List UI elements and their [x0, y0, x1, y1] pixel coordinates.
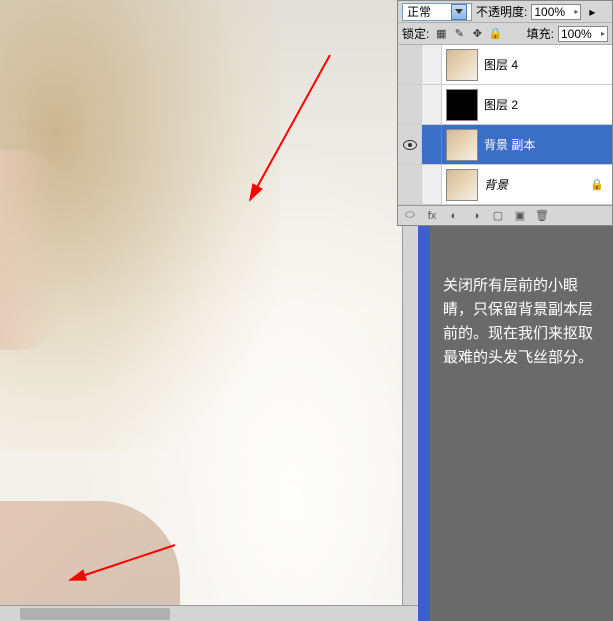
layer-thumbnail[interactable] [446, 89, 478, 121]
fill-value: 100% [561, 27, 592, 41]
layer-item[interactable]: 图层 2 [398, 85, 612, 125]
new-group-icon[interactable]: ▢ [490, 208, 506, 224]
dropdown-arrow-icon [451, 4, 467, 20]
visibility-toggle[interactable] [398, 85, 422, 124]
layer-thumbnail[interactable] [446, 169, 478, 201]
link-column[interactable] [422, 45, 442, 84]
opacity-input[interactable]: 100% ▸ [531, 4, 581, 20]
link-column[interactable] [422, 165, 442, 204]
delete-layer-icon[interactable]: 🗑 [534, 208, 550, 224]
blend-mode-select[interactable]: 正常 [402, 3, 472, 21]
eye-icon [403, 140, 417, 150]
layers-panel: 正常 不透明度: 100% ▸ ▸ 锁定: ▦ ✎ ✥ 🔒 填充: 100% ▸… [397, 0, 613, 226]
lock-all-icon[interactable]: 🔒 [487, 26, 503, 42]
lock-icon: 🔒 [590, 178, 604, 191]
visibility-toggle[interactable] [398, 45, 422, 84]
layer-thumbnail[interactable] [446, 129, 478, 161]
document-canvas[interactable] [0, 0, 418, 621]
link-layers-icon[interactable]: ⬭ [402, 208, 418, 224]
fill-label: 填充: [527, 25, 554, 42]
blend-mode-value: 正常 [407, 3, 431, 20]
opacity-value: 100% [534, 5, 565, 19]
layer-item[interactable]: 背景🔒 [398, 165, 612, 205]
layer-name[interactable]: 背景 副本 [482, 136, 612, 153]
layer-thumbnail[interactable] [446, 49, 478, 81]
layer-item[interactable]: 背景 副本 [398, 125, 612, 165]
lock-transparent-icon[interactable]: ▦ [433, 26, 449, 42]
fill-input[interactable]: 100% ▸ [558, 26, 608, 42]
layer-name[interactable]: 背景 [482, 176, 590, 193]
canvas-image [0, 0, 418, 621]
layer-name[interactable]: 图层 4 [482, 56, 612, 73]
lock-fill-row: 锁定: ▦ ✎ ✥ 🔒 填充: 100% ▸ [398, 23, 612, 45]
chevron-right-icon: ▸ [601, 29, 605, 38]
layer-name[interactable]: 图层 2 [482, 96, 612, 113]
layer-list: 图层 4 图层 2 背景 副本背景🔒 [398, 45, 612, 205]
visibility-toggle[interactable] [398, 165, 422, 204]
lock-pixels-icon[interactable]: ✎ [451, 26, 467, 42]
blend-opacity-row: 正常 不透明度: 100% ▸ ▸ [398, 1, 612, 23]
adjustment-layer-icon[interactable]: ◑ [468, 208, 484, 224]
panel-footer: ⬭ fx ◐ ◑ ▢ ▣ 🗑 [398, 205, 612, 225]
link-column[interactable] [422, 125, 442, 164]
new-layer-icon[interactable]: ▣ [512, 208, 528, 224]
visibility-toggle[interactable] [398, 125, 422, 164]
instruction-text: 关闭所有层前的小眼睛，只保留背景副本层前的。现在我们来抠取最难的头发飞丝部分。 [443, 274, 595, 370]
panel-menu-icon[interactable]: ▸ [585, 5, 599, 19]
layer-item[interactable]: 图层 4 [398, 45, 612, 85]
horizontal-scrollbar[interactable] [0, 605, 418, 621]
lock-icons-group: ▦ ✎ ✥ 🔒 [433, 26, 503, 42]
lock-label: 锁定: [402, 25, 429, 42]
chevron-right-icon: ▸ [574, 7, 578, 16]
link-column[interactable] [422, 85, 442, 124]
lock-position-icon[interactable]: ✥ [469, 26, 485, 42]
layer-style-icon[interactable]: fx [424, 208, 440, 224]
layer-mask-icon[interactable]: ◐ [446, 208, 462, 224]
opacity-label: 不透明度: [476, 3, 527, 20]
